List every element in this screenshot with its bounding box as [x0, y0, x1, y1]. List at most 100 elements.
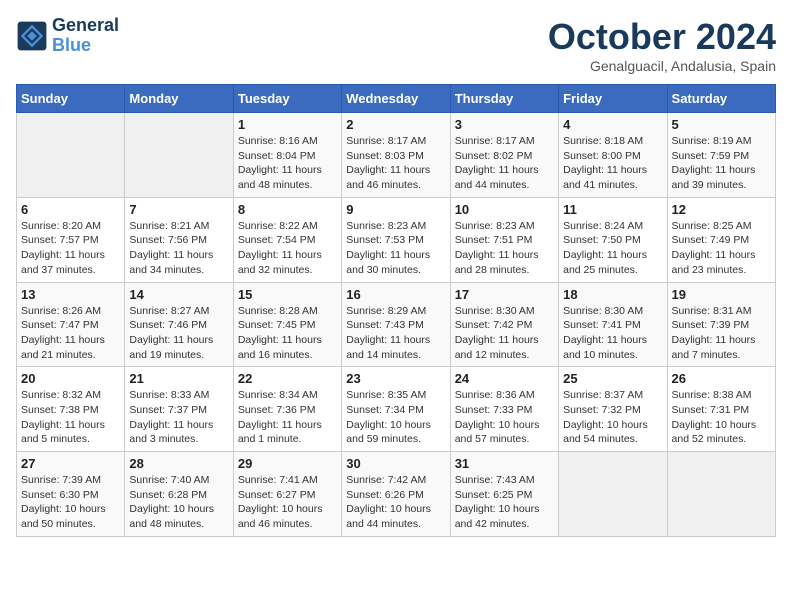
- day-info: Sunrise: 8:30 AM Sunset: 7:41 PM Dayligh…: [563, 304, 662, 363]
- day-number: 2: [346, 117, 445, 132]
- calendar-cell: 21Sunrise: 8:33 AM Sunset: 7:37 PM Dayli…: [125, 367, 233, 452]
- day-number: 26: [672, 371, 771, 386]
- day-number: 17: [455, 287, 554, 302]
- calendar-cell: 19 Sunrise: 8:31 AM Sunset: 7:39 PM Dayli…: [667, 282, 775, 367]
- day-number: 3: [455, 117, 554, 132]
- calendar-cell: 6 Sunrise: 8:20 AM Sunset: 7:57 PM Daylig…: [17, 197, 125, 282]
- day-info: Sunrise: 8:19 AM Sunset: 7:59 PM Dayligh…: [672, 134, 771, 193]
- day-info: Sunrise: 8:24 AM Sunset: 7:50 PM Dayligh…: [563, 219, 662, 278]
- day-info: Sunrise: 8:21 AM Sunset: 7:56 PM Dayligh…: [129, 219, 228, 278]
- day-header-friday: Friday: [559, 85, 667, 113]
- day-number: 19: [672, 287, 771, 302]
- calendar-cell: 2 Sunrise: 8:17 AM Sunset: 8:03 PM Daylig…: [342, 113, 450, 198]
- day-number: 18: [563, 287, 662, 302]
- day-info: Sunrise: 7:39 AM Sunset: 6:30 PM Dayligh…: [21, 473, 120, 532]
- day-info: Sunrise: 8:38 AM Sunset: 7:31 PM Dayligh…: [672, 388, 771, 447]
- day-info: Sunrise: 8:17 AM Sunset: 8:03 PM Dayligh…: [346, 134, 445, 193]
- day-info: Sunrise: 8:28 AM Sunset: 7:45 PM Dayligh…: [238, 304, 337, 363]
- logo: General Blue: [16, 16, 119, 56]
- day-info: Sunrise: 8:30 AM Sunset: 7:42 PM Dayligh…: [455, 304, 554, 363]
- calendar-cell: 10 Sunrise: 8:23 AM Sunset: 7:51 PM Dayli…: [450, 197, 558, 282]
- day-number: 28: [129, 456, 228, 471]
- calendar-cell: [667, 452, 775, 537]
- day-number: 21: [129, 371, 228, 386]
- day-number: 1: [238, 117, 337, 132]
- calendar-cell: 1 Sunrise: 8:16 AM Sunset: 8:04 PM Daylig…: [233, 113, 341, 198]
- day-info: Sunrise: 8:27 AM Sunset: 7:46 PM Dayligh…: [129, 304, 228, 363]
- day-header-wednesday: Wednesday: [342, 85, 450, 113]
- logo-text: General Blue: [52, 16, 119, 56]
- calendar-cell: 22Sunrise: 8:34 AM Sunset: 7:36 PM Dayli…: [233, 367, 341, 452]
- day-info: Sunrise: 8:37 AM Sunset: 7:32 PM Dayligh…: [563, 388, 662, 447]
- day-number: 25: [563, 371, 662, 386]
- day-number: 11: [563, 202, 662, 217]
- calendar-cell: 12 Sunrise: 8:25 AM Sunset: 7:49 PM Dayli…: [667, 197, 775, 282]
- day-info: Sunrise: 8:36 AM Sunset: 7:33 PM Dayligh…: [455, 388, 554, 447]
- calendar-cell: 8 Sunrise: 8:22 AM Sunset: 7:54 PM Daylig…: [233, 197, 341, 282]
- day-number: 4: [563, 117, 662, 132]
- day-info: Sunrise: 8:20 AM Sunset: 7:57 PM Dayligh…: [21, 219, 120, 278]
- day-info: Sunrise: 8:35 AM Sunset: 7:34 PM Dayligh…: [346, 388, 445, 447]
- day-number: 15: [238, 287, 337, 302]
- day-number: 31: [455, 456, 554, 471]
- week-row-4: 20Sunrise: 8:32 AM Sunset: 7:38 PM Dayli…: [17, 367, 776, 452]
- day-number: 29: [238, 456, 337, 471]
- day-number: 6: [21, 202, 120, 217]
- day-info: Sunrise: 8:22 AM Sunset: 7:54 PM Dayligh…: [238, 219, 337, 278]
- days-header-row: SundayMondayTuesdayWednesdayThursdayFrid…: [17, 85, 776, 113]
- calendar-cell: 30Sunrise: 7:42 AM Sunset: 6:26 PM Dayli…: [342, 452, 450, 537]
- day-number: 23: [346, 371, 445, 386]
- calendar-cell: 3Sunrise: 8:17 AM Sunset: 8:02 PM Daylig…: [450, 113, 558, 198]
- day-number: 24: [455, 371, 554, 386]
- day-number: 30: [346, 456, 445, 471]
- day-info: Sunrise: 8:32 AM Sunset: 7:38 PM Dayligh…: [21, 388, 120, 447]
- day-number: 9: [346, 202, 445, 217]
- week-row-1: 1 Sunrise: 8:16 AM Sunset: 8:04 PM Daylig…: [17, 113, 776, 198]
- day-number: 8: [238, 202, 337, 217]
- logo-line2: Blue: [52, 36, 119, 56]
- day-header-monday: Monday: [125, 85, 233, 113]
- calendar-cell: 25 Sunrise: 8:37 AM Sunset: 7:32 PM Dayli…: [559, 367, 667, 452]
- day-info: Sunrise: 8:16 AM Sunset: 8:04 PM Dayligh…: [238, 134, 337, 193]
- calendar-cell: 11 Sunrise: 8:24 AM Sunset: 7:50 PM Dayli…: [559, 197, 667, 282]
- week-row-2: 6 Sunrise: 8:20 AM Sunset: 7:57 PM Daylig…: [17, 197, 776, 282]
- calendar-cell: 20Sunrise: 8:32 AM Sunset: 7:38 PM Dayli…: [17, 367, 125, 452]
- calendar-cell: [125, 113, 233, 198]
- calendar-cell: 15 Sunrise: 8:28 AM Sunset: 7:45 PM Dayli…: [233, 282, 341, 367]
- calendar-cell: 13Sunrise: 8:26 AM Sunset: 7:47 PM Dayli…: [17, 282, 125, 367]
- day-number: 22: [238, 371, 337, 386]
- calendar-cell: 26 Sunrise: 8:38 AM Sunset: 7:31 PM Dayli…: [667, 367, 775, 452]
- month-title: October 2024: [548, 16, 776, 58]
- calendar-cell: 4Sunrise: 8:18 AM Sunset: 8:00 PM Daylig…: [559, 113, 667, 198]
- calendar-cell: [17, 113, 125, 198]
- day-number: 13: [21, 287, 120, 302]
- calendar-cell: [559, 452, 667, 537]
- day-header-sunday: Sunday: [17, 85, 125, 113]
- day-number: 5: [672, 117, 771, 132]
- day-number: 12: [672, 202, 771, 217]
- calendar-cell: 27 Sunrise: 7:39 AM Sunset: 6:30 PM Dayli…: [17, 452, 125, 537]
- day-info: Sunrise: 8:25 AM Sunset: 7:49 PM Dayligh…: [672, 219, 771, 278]
- day-info: Sunrise: 8:23 AM Sunset: 7:53 PM Dayligh…: [346, 219, 445, 278]
- day-number: 10: [455, 202, 554, 217]
- day-info: Sunrise: 8:23 AM Sunset: 7:51 PM Dayligh…: [455, 219, 554, 278]
- calendar-cell: 5 Sunrise: 8:19 AM Sunset: 7:59 PM Daylig…: [667, 113, 775, 198]
- title-block: October 2024 Genalguacil, Andalusia, Spa…: [548, 16, 776, 74]
- week-row-3: 13Sunrise: 8:26 AM Sunset: 7:47 PM Dayli…: [17, 282, 776, 367]
- calendar-cell: 17 Sunrise: 8:30 AM Sunset: 7:42 PM Dayli…: [450, 282, 558, 367]
- day-number: 27: [21, 456, 120, 471]
- calendar-cell: 23 Sunrise: 8:35 AM Sunset: 7:34 PM Dayli…: [342, 367, 450, 452]
- calendar-cell: 14 Sunrise: 8:27 AM Sunset: 7:46 PM Dayli…: [125, 282, 233, 367]
- day-info: Sunrise: 7:43 AM Sunset: 6:25 PM Dayligh…: [455, 473, 554, 532]
- day-number: 14: [129, 287, 228, 302]
- calendar-cell: 18 Sunrise: 8:30 AM Sunset: 7:41 PM Dayli…: [559, 282, 667, 367]
- calendar-cell: 9 Sunrise: 8:23 AM Sunset: 7:53 PM Daylig…: [342, 197, 450, 282]
- location: Genalguacil, Andalusia, Spain: [548, 58, 776, 74]
- logo-line1: General: [52, 16, 119, 36]
- day-header-tuesday: Tuesday: [233, 85, 341, 113]
- calendar-cell: 29Sunrise: 7:41 AM Sunset: 6:27 PM Dayli…: [233, 452, 341, 537]
- day-info: Sunrise: 8:29 AM Sunset: 7:43 PM Dayligh…: [346, 304, 445, 363]
- day-info: Sunrise: 8:31 AM Sunset: 7:39 PM Dayligh…: [672, 304, 771, 363]
- calendar-cell: 24 Sunrise: 8:36 AM Sunset: 7:33 PM Dayli…: [450, 367, 558, 452]
- logo-icon: [16, 20, 48, 52]
